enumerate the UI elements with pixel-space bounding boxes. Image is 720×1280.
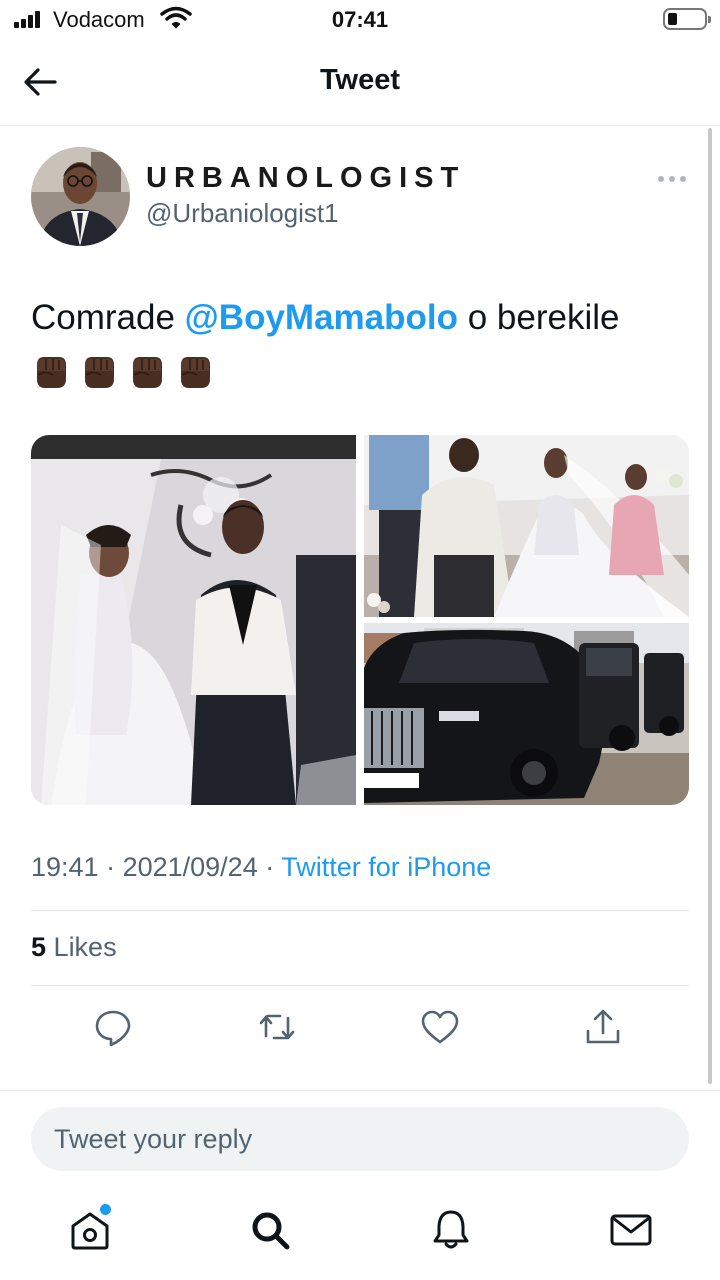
- likes-label: Likes: [53, 932, 117, 962]
- share-icon: [586, 1009, 620, 1044]
- tweet-meta: 19:41 · 2021/09/24 · Twitter for iPhone: [31, 852, 491, 883]
- mention-link[interactable]: @BoyMamabolo: [185, 298, 458, 337]
- media-grid: [31, 435, 689, 805]
- share-button[interactable]: [582, 1006, 624, 1048]
- meta-separator: ·: [98, 852, 123, 882]
- tweet-text-end: o berekile: [458, 298, 620, 337]
- scrollbar[interactable]: [708, 128, 712, 1084]
- reply-icon: [95, 1010, 131, 1047]
- tweet-time: 19:41: [31, 852, 99, 882]
- avatar[interactable]: [31, 147, 130, 246]
- like-icon: [421, 1010, 459, 1044]
- tweet-source-link[interactable]: Twitter for iPhone: [281, 852, 491, 882]
- divider: [31, 985, 689, 986]
- search-icon: [252, 1212, 290, 1250]
- retweet-icon: [259, 1014, 295, 1040]
- tweet-date: 2021/09/24: [122, 852, 258, 882]
- like-button[interactable]: [419, 1006, 461, 1048]
- raised-fist-icon: [37, 357, 66, 388]
- wedding-procession-photo[interactable]: [364, 435, 689, 617]
- nav-messages[interactable]: [607, 1206, 655, 1254]
- status-time: 07:41: [331, 7, 389, 32]
- raised-fist-emoji-group: [31, 353, 223, 392]
- page-title: Tweet: [319, 64, 401, 96]
- meta-separator: ·: [257, 852, 282, 882]
- retweet-button[interactable]: [256, 1006, 298, 1048]
- author-handle[interactable]: @Urbaniologist1: [146, 198, 339, 229]
- wedding-couple-photo[interactable]: [31, 435, 356, 805]
- nav-search[interactable]: [246, 1206, 294, 1254]
- new-content-badge: [100, 1204, 111, 1215]
- author-display-name[interactable]: URBANOLOGIST: [146, 162, 465, 195]
- raised-fist-icon: [133, 357, 162, 388]
- likes-count[interactable]: 5 Likes: [31, 932, 117, 963]
- raised-fist-icon: [181, 357, 210, 388]
- header-divider: [0, 125, 720, 126]
- black-cars-photo[interactable]: [364, 623, 689, 805]
- tweet-text-start: Comrade: [31, 298, 185, 337]
- tweet-text: Comrade @BoyMamabolo o berekile: [31, 290, 691, 400]
- nav-notifications[interactable]: [427, 1206, 475, 1254]
- status-bar: Vodacom 07:41: [0, 0, 720, 40]
- divider: [31, 910, 689, 911]
- reply-input[interactable]: [31, 1107, 689, 1171]
- reply-button[interactable]: [92, 1006, 134, 1048]
- header: Tweet: [0, 50, 720, 112]
- likes-number: 5: [31, 932, 47, 962]
- notifications-icon: [433, 1210, 469, 1249]
- battery-icon: [663, 8, 711, 30]
- more-dots-icon: [658, 176, 664, 182]
- raised-fist-icon: [85, 357, 114, 388]
- messages-icon: [610, 1214, 652, 1246]
- more-options-button[interactable]: [652, 164, 692, 192]
